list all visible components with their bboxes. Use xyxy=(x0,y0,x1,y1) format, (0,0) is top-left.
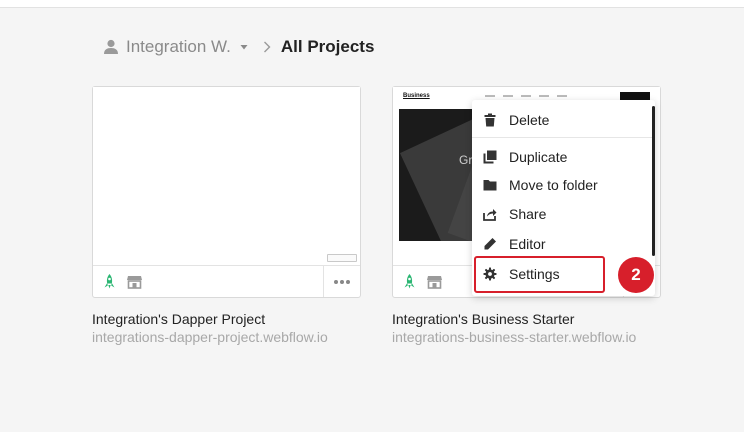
project-thumbnail[interactable] xyxy=(93,87,360,265)
trash-icon xyxy=(484,113,496,127)
more-options-button[interactable] xyxy=(323,266,360,297)
menu-item-delete[interactable]: Delete xyxy=(472,106,655,134)
menu-item-label: Duplicate xyxy=(509,149,568,165)
breadcrumb: Integration W. All Projects xyxy=(102,34,374,60)
made-in-webflow-badge xyxy=(327,254,357,262)
menu-item-label: Delete xyxy=(509,112,550,128)
project-url[interactable]: integrations-business-starter.webflow.io xyxy=(392,328,636,346)
caret-down-icon xyxy=(240,45,248,50)
project-title[interactable]: Integration's Business Starter xyxy=(392,310,636,328)
card-footer xyxy=(93,265,360,297)
menu-item-duplicate[interactable]: Duplicate xyxy=(472,143,655,171)
folder-icon xyxy=(483,180,497,191)
menu-item-share[interactable]: Share xyxy=(472,200,655,228)
rocket-icon[interactable] xyxy=(101,273,118,290)
thumbnail-logo: Business xyxy=(403,93,430,99)
menu-item-editor[interactable]: Editor xyxy=(472,230,655,258)
step-number-badge: 2 xyxy=(618,257,654,293)
page-title: All Projects xyxy=(280,37,375,56)
project-caption: Integration's Dapper Project integration… xyxy=(92,310,328,346)
storefront-icon[interactable] xyxy=(426,273,443,290)
duplicate-icon xyxy=(483,150,497,164)
pencil-icon xyxy=(484,238,496,250)
thumbnail-hero-text: Gr xyxy=(459,153,473,167)
project-title[interactable]: Integration's Dapper Project xyxy=(92,310,328,328)
menu-item-label: Editor xyxy=(509,236,546,252)
top-bar xyxy=(0,0,744,8)
chevron-right-icon xyxy=(263,41,271,53)
rocket-icon[interactable] xyxy=(401,273,418,290)
menu-scrollbar[interactable] xyxy=(652,106,655,256)
menu-item-move-to-folder[interactable]: Move to folder xyxy=(472,171,655,199)
workspace-name: Integration W. xyxy=(126,37,231,56)
menu-item-label: Share xyxy=(509,206,547,222)
workspace-switcher[interactable]: Integration W. xyxy=(102,37,249,57)
project-caption: Integration's Business Starter integrati… xyxy=(392,310,636,346)
storefront-icon[interactable] xyxy=(126,273,143,290)
settings-highlight-box xyxy=(474,256,605,293)
ellipsis-icon xyxy=(334,279,350,284)
menu-item-label: Move to folder xyxy=(509,177,598,193)
project-card-dapper[interactable] xyxy=(92,86,361,298)
user-icon xyxy=(104,39,118,54)
menu-divider xyxy=(472,137,655,138)
project-url[interactable]: integrations-dapper-project.webflow.io xyxy=(92,328,328,346)
share-icon xyxy=(483,209,497,221)
